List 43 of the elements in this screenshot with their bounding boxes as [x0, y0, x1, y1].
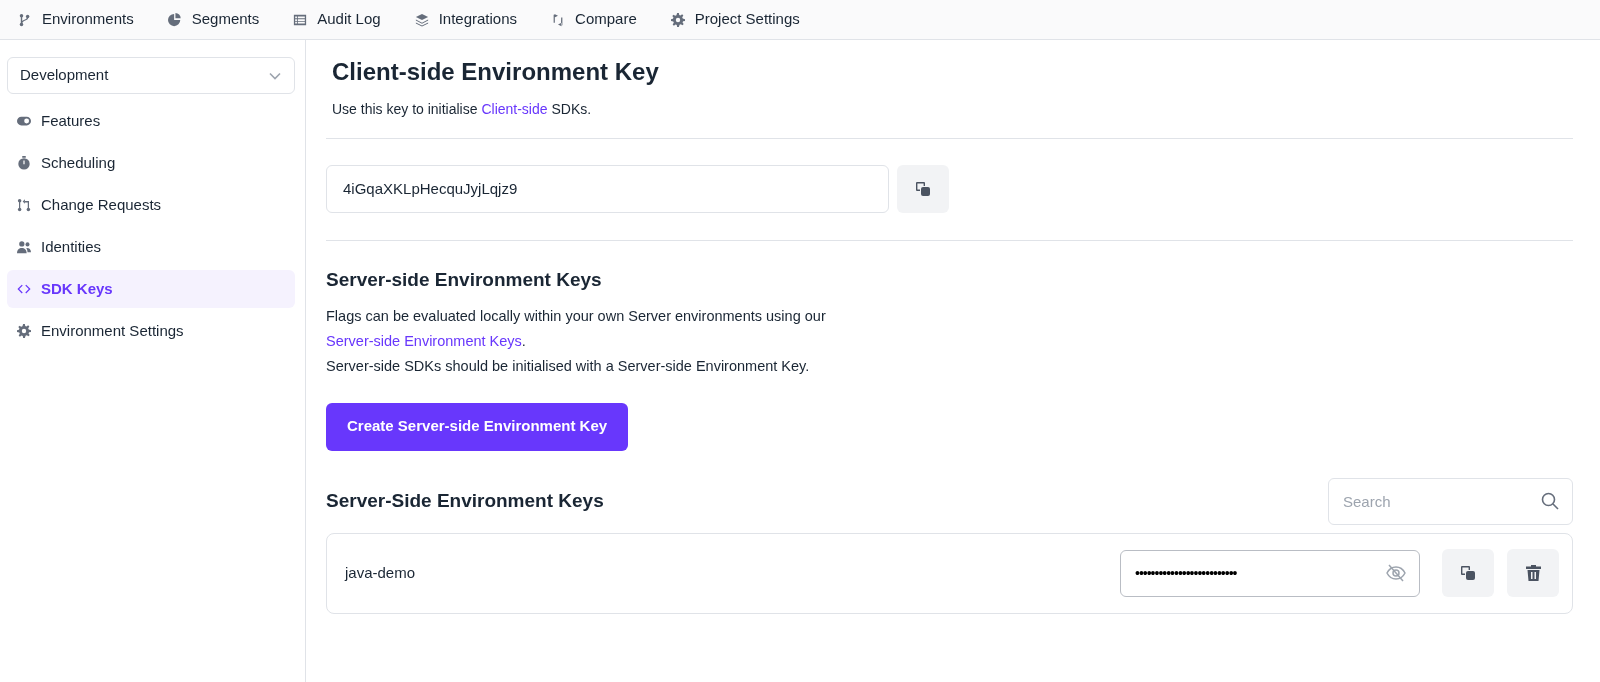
sidebar-item[interactable]: Scheduling [7, 144, 295, 182]
key-name: java-demo [345, 562, 416, 583]
copy-button[interactable] [897, 164, 949, 213]
stopwatch-icon [17, 156, 31, 170]
nav-link[interactable]: Segments [167, 8, 260, 31]
branch-icon [18, 12, 32, 27]
layers-icon [414, 12, 429, 27]
masked-key-field[interactable]: •••••••••••••••••••••••••• [1120, 549, 1420, 597]
key-input[interactable]: 4iGqaXKLpHecquJyjLqjz9 [326, 164, 889, 213]
description-text: Flags can be evaluated locally within your own Server environments using our Server-side Environment Keys. Server-side SDKs should be initialised with a Server-side Environment Key. [326, 306, 827, 376]
list-title: Server-Side Environment Keys [326, 489, 604, 513]
text-link[interactable]: Server-side Environment Keys [326, 332, 522, 349]
nav-link[interactable]: Environments [18, 8, 134, 31]
text-link[interactable]: Client-side [481, 100, 548, 117]
description-text: Use this key to initialise Client-side SDKs. [332, 99, 593, 119]
pull-request-icon [17, 198, 31, 212]
section-title: Server-side Environment Keys [326, 268, 603, 292]
sidebar-item[interactable]: SDK Keys [7, 270, 295, 308]
table-icon [293, 12, 308, 27]
create-key-button[interactable]: Create Server-side Environment Key [326, 402, 629, 451]
sidebar-item[interactable]: Features [7, 102, 295, 140]
toggle-icon [17, 114, 31, 128]
pie-chart-icon [167, 12, 182, 27]
environment-select[interactable]: Development [7, 57, 295, 94]
nav-link[interactable]: Project Settings [670, 8, 800, 31]
nav-link[interactable]: Integrations [414, 8, 518, 31]
sidebar-item[interactable]: Identities [7, 228, 295, 266]
trash-icon [1525, 565, 1541, 582]
section-title: Client-side Environment Key [332, 58, 660, 87]
nav-link[interactable]: Compare [551, 8, 637, 31]
copy-button[interactable] [1442, 549, 1494, 598]
copy-icon [1460, 565, 1476, 582]
sidebar-item[interactable]: Environment Settings [7, 312, 295, 350]
sidebar-item[interactable]: Change Requests [7, 186, 295, 224]
search-field[interactable]: Search [1328, 477, 1573, 525]
code-icon [17, 282, 31, 296]
settings-icon [670, 12, 685, 27]
users-icon [17, 240, 31, 254]
settings-icon [17, 324, 31, 338]
delete-button[interactable] [1507, 549, 1559, 598]
search-icon [1541, 492, 1559, 511]
copy-icon [915, 180, 931, 197]
nav-link[interactable]: Audit Log [293, 8, 381, 31]
